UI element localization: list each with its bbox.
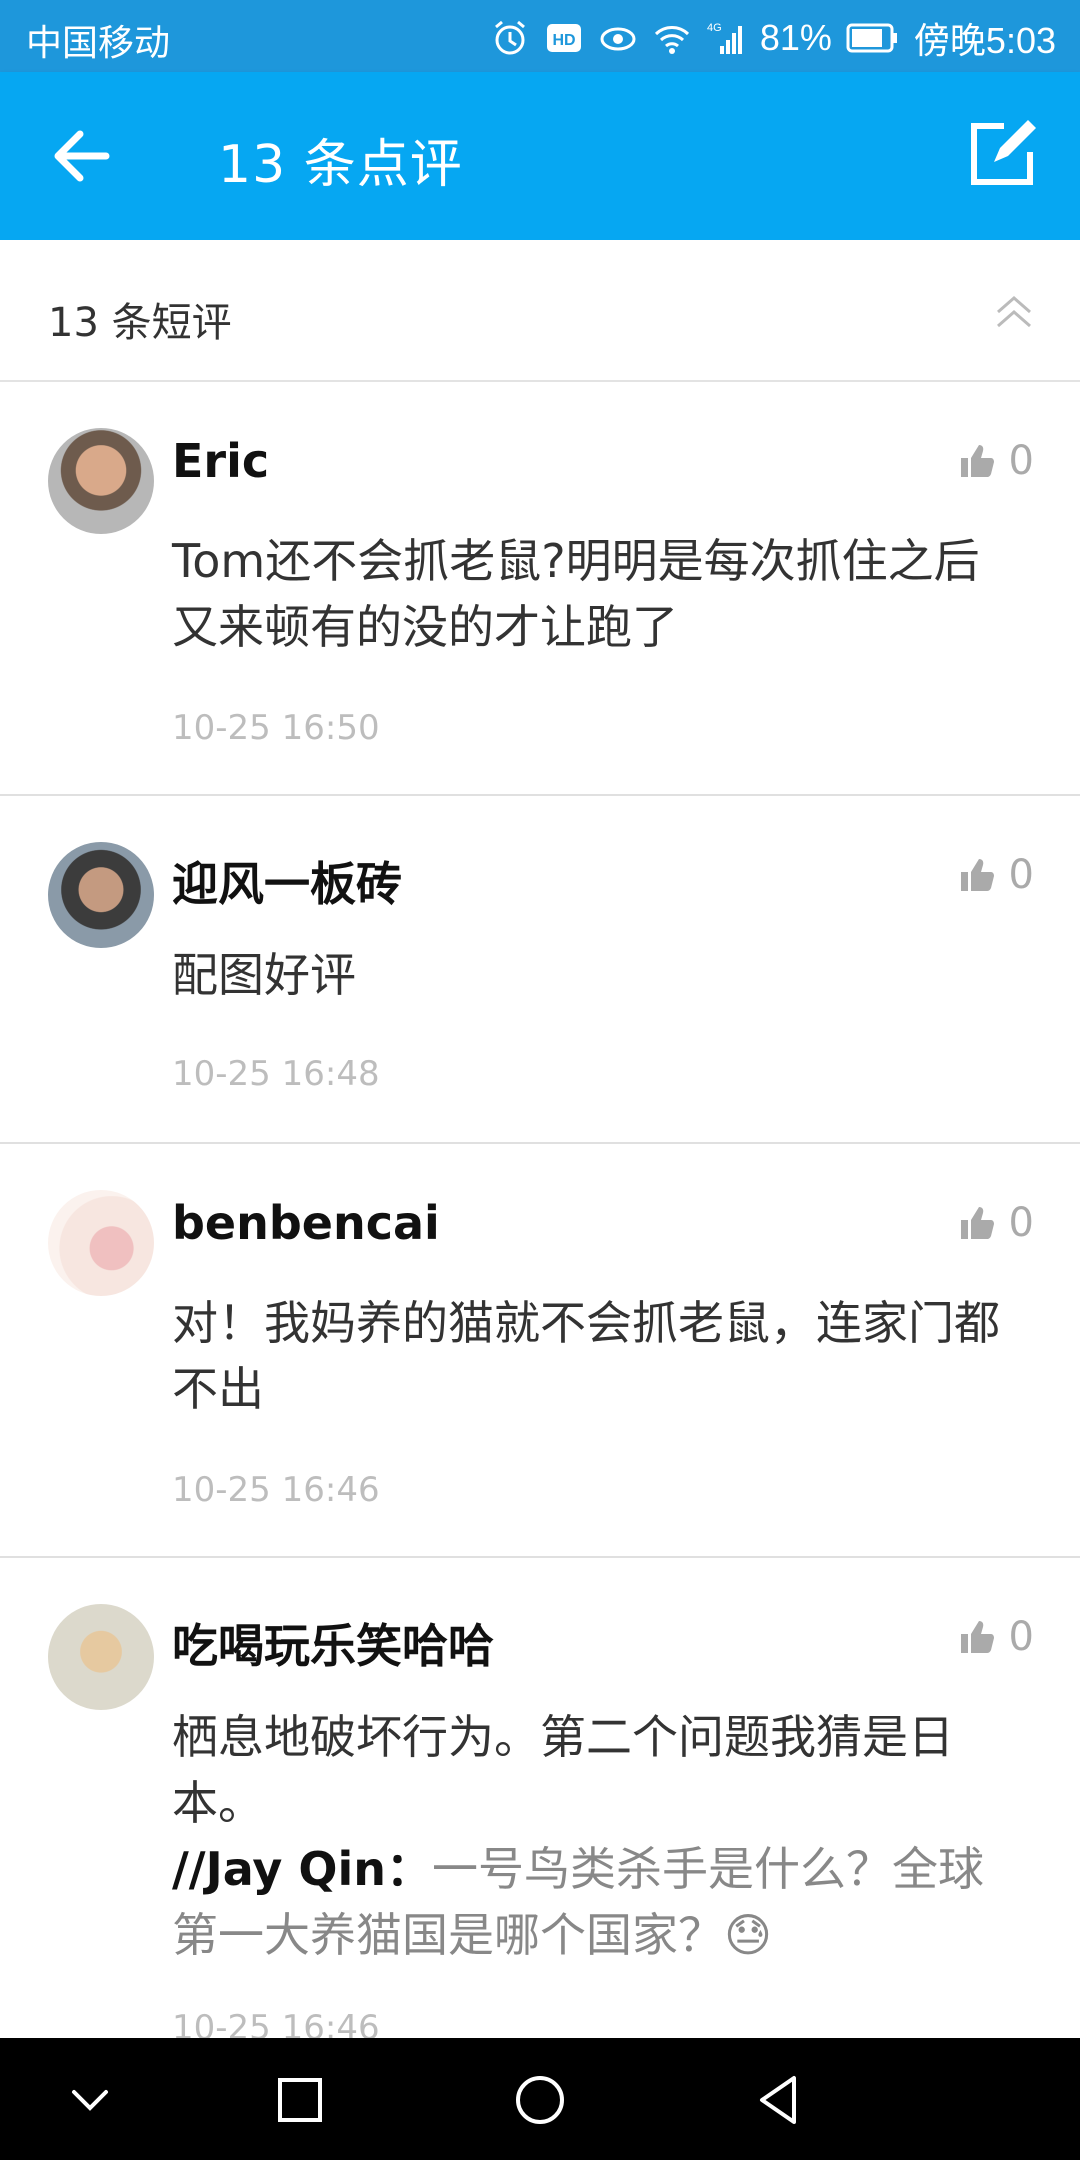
like-button[interactable]: 0	[959, 852, 1034, 898]
like-button[interactable]: 0	[959, 438, 1034, 484]
battery-percent: 81%	[759, 17, 832, 58]
back-button[interactable]	[46, 124, 118, 188]
thumbs-up-icon	[960, 1207, 994, 1239]
comment-text: 配图好评	[172, 948, 356, 1002]
comment-time: 10-25 16:46	[172, 1470, 380, 1510]
avatar[interactable]	[48, 842, 154, 948]
alarm-icon	[490, 18, 530, 58]
status-icons: HD 4G 81% 傍晚5:03	[476, 12, 1056, 64]
clock: 傍晚5:03	[913, 20, 1056, 61]
avatar[interactable]	[48, 1190, 154, 1296]
circle-icon[interactable]	[508, 2068, 572, 2132]
thumbs-up-icon	[960, 859, 994, 891]
avatar[interactable]	[48, 428, 154, 534]
thumbs-up-icon	[960, 1621, 994, 1653]
like-button[interactable]: 0	[959, 1200, 1034, 1246]
wifi-icon	[652, 18, 692, 58]
like-button[interactable]: 0	[959, 1614, 1034, 1660]
comment-author[interactable]: 迎风一板砖	[172, 848, 402, 914]
like-count: 0	[1008, 438, 1034, 484]
battery-icon	[846, 21, 900, 55]
comment-text: 对！我妈养的猫就不会抓老鼠，连家门都不出	[172, 1296, 1000, 1416]
compose-icon	[971, 120, 1036, 185]
arrow-left-icon	[54, 130, 110, 182]
comment-item: benbencai 0 对！我妈养的猫就不会抓老鼠，连家门都不出 10-25 1…	[0, 1144, 1080, 1558]
square-icon[interactable]	[268, 2068, 332, 2132]
triangle-back-icon[interactable]	[748, 2068, 812, 2132]
comment-item: 吃喝玩乐笑哈哈 0 栖息地破坏行为。第二个问题我猜是日本。 //Jay Qin：…	[0, 1558, 1080, 2048]
chevron-down-icon[interactable]	[58, 2068, 122, 2132]
quote-author[interactable]: //Jay Qin：	[172, 1842, 432, 1896]
like-count: 0	[1008, 1200, 1034, 1246]
hd-icon: HD	[544, 18, 584, 58]
comment-text: 栖息地破坏行为。第二个问题我猜是日本。 //Jay Qin：一号鸟类杀手是什么？…	[172, 1704, 1022, 1968]
comment-item: 迎风一板砖 0 配图好评 10-25 16:48	[0, 796, 1080, 1144]
thumbs-up-icon	[960, 445, 994, 477]
page-title: 13 条点评	[218, 135, 463, 195]
network-label: 4G	[707, 22, 722, 34]
navigation-bar	[0, 2038, 1080, 2160]
comment-main-text: 栖息地破坏行为。第二个问题我猜是日本。	[172, 1710, 954, 1830]
double-chevron-up-icon[interactable]	[994, 294, 1034, 330]
like-count: 0	[1008, 1614, 1034, 1660]
comment-text: Tom还不会抓老鼠?明明是每次抓住之后又来顿有的没的才让跑了	[172, 534, 980, 654]
comment-author[interactable]: benbencai	[172, 1196, 440, 1250]
status-bar: 中国移动 HD 4G 81% 傍晚5:03	[0, 0, 1080, 72]
comment-time: 10-25 16:48	[172, 1054, 380, 1094]
like-count: 0	[1008, 852, 1034, 898]
comment-item: Eric 0 Tom还不会抓老鼠?明明是每次抓住之后又来顿有的没的才让跑了 10…	[0, 382, 1080, 796]
comment-author[interactable]: 吃喝玩乐笑哈哈	[172, 1610, 494, 1676]
signal-icon: 4G	[706, 18, 746, 58]
section-header[interactable]: 13 条短评	[0, 240, 1080, 382]
svg-text:HD: HD	[552, 32, 575, 49]
comment-time: 10-25 16:50	[172, 708, 380, 748]
eye-icon	[598, 18, 638, 58]
compose-button[interactable]	[966, 116, 1040, 190]
app-bar: 13 条点评	[0, 72, 1080, 240]
comment-author[interactable]: Eric	[172, 434, 269, 488]
avatar[interactable]	[48, 1604, 154, 1710]
carrier-label: 中国移动	[26, 22, 171, 63]
section-title: 13 条短评	[48, 300, 232, 346]
